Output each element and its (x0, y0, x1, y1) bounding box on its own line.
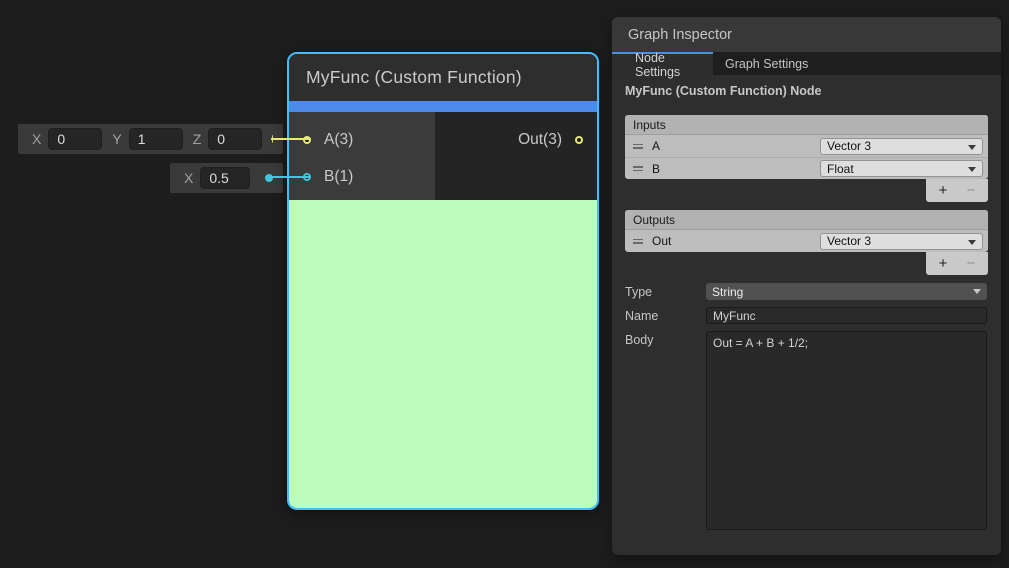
node-title: MyFunc (Custom Function) (289, 54, 597, 101)
output-out-type-dropdown[interactable]: Vector 3 (820, 233, 983, 250)
outputs-list: Outputs Out Vector 3 (625, 210, 988, 252)
inspector-heading: MyFunc (Custom Function) Node (625, 84, 1001, 98)
port-a-label: A(3) (324, 131, 353, 149)
shader-graph-canvas: X Y Z X MyFunc (Custom Function) (0, 0, 1009, 568)
type-label: Type (625, 283, 706, 299)
type-value: String (712, 285, 743, 299)
inputs-list-footer: + − (926, 179, 988, 202)
body-label: Body (625, 331, 706, 347)
list-row-out[interactable]: Out Vector 3 (625, 230, 988, 252)
port-b-label: B(1) (324, 168, 353, 186)
port-out-label: Out(3) (518, 131, 562, 149)
name-label: Name (625, 307, 706, 323)
y-axis-label: Y (112, 131, 121, 147)
list-row-b[interactable]: B Float (625, 157, 988, 179)
drag-handle-icon[interactable] (633, 142, 643, 151)
input-b-type-dropdown[interactable]: Float (820, 160, 983, 177)
add-input-button[interactable]: + (929, 179, 957, 202)
inspector-title[interactable]: Graph Inspector (612, 17, 1001, 52)
port-row-out: Out(3) (435, 121, 597, 158)
list-row-a[interactable]: A Vector 3 (625, 135, 988, 157)
graph-inspector-panel: Graph Inspector Node Settings Graph Sett… (612, 17, 1001, 555)
node-outputs-area: Out(3) (435, 112, 597, 200)
input-b-type-value: Float (827, 162, 854, 176)
remove-output-button[interactable]: − (957, 252, 985, 275)
outputs-list-footer: + − (926, 252, 988, 275)
wire-vector3-to-a[interactable] (271, 138, 311, 140)
dropdown-arrow-icon (973, 289, 981, 294)
input-b-name: B (652, 162, 660, 176)
remove-input-button[interactable]: − (957, 179, 985, 202)
x-axis-label: X (184, 170, 193, 186)
inspector-tab-bar: Node Settings Graph Settings (612, 52, 1001, 75)
dropdown-arrow-icon (968, 167, 976, 172)
node-preview (289, 200, 597, 508)
node-inputs-area: A(3) B(1) (289, 112, 435, 200)
custom-function-node[interactable]: MyFunc (Custom Function) A(3) B(1) Out(3… (287, 52, 599, 510)
z-axis-label: Z (193, 131, 202, 147)
input-a-name: A (652, 139, 660, 153)
vector3-input-widget: X Y Z (18, 124, 283, 154)
tab-graph-settings[interactable]: Graph Settings (713, 52, 822, 75)
float-input-widget: X (170, 163, 283, 193)
name-field-row: Name (625, 307, 988, 324)
output-out-name: Out (652, 234, 671, 248)
name-input[interactable] (706, 307, 987, 324)
add-output-button[interactable]: + (929, 252, 957, 275)
type-field-row: Type String (625, 283, 988, 300)
float-value-field[interactable] (200, 167, 250, 189)
tab-node-settings[interactable]: Node Settings (612, 52, 713, 75)
input-a-type-dropdown[interactable]: Vector 3 (820, 138, 983, 155)
dropdown-arrow-icon (968, 145, 976, 150)
body-textarea[interactable]: Out = A + B + 1/2; (706, 331, 987, 530)
drag-handle-icon[interactable] (633, 164, 643, 173)
output-out-type-value: Vector 3 (827, 234, 871, 248)
dropdown-arrow-icon (968, 240, 976, 245)
y-value-field[interactable] (129, 128, 183, 150)
input-a-type-value: Vector 3 (827, 139, 871, 153)
wire-float-to-b[interactable] (271, 176, 311, 178)
outputs-list-title: Outputs (625, 210, 988, 230)
type-dropdown[interactable]: String (706, 283, 987, 300)
x-value-field[interactable] (48, 128, 102, 150)
output-port-out-icon[interactable] (575, 136, 583, 144)
z-value-field[interactable] (208, 128, 262, 150)
inputs-list-title: Inputs (625, 115, 988, 135)
drag-handle-icon[interactable] (633, 237, 643, 246)
node-accent-bar (289, 101, 597, 112)
body-field-row: Body Out = A + B + 1/2; (625, 331, 988, 530)
x-axis-label: X (32, 131, 41, 147)
inputs-list: Inputs A Vector 3 B Float (625, 115, 988, 179)
node-port-area: A(3) B(1) Out(3) (289, 112, 597, 200)
